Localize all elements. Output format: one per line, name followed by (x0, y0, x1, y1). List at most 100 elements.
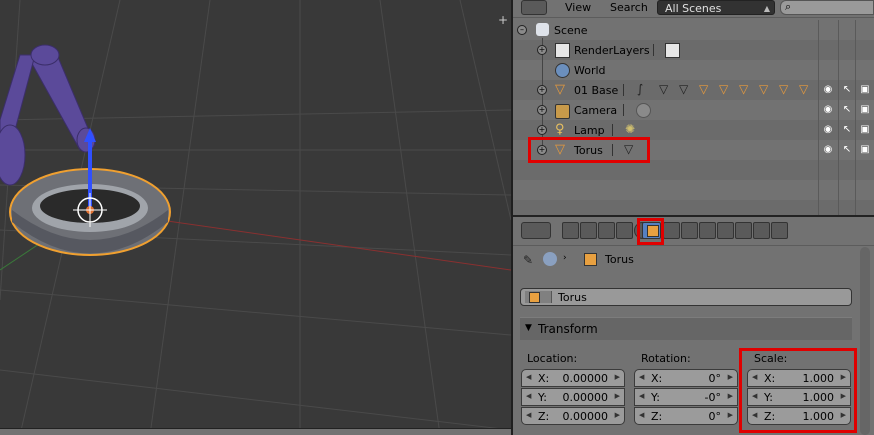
object-name-field[interactable]: Torus (520, 288, 852, 306)
decrement-icon[interactable]: ◀ (752, 411, 757, 419)
rotation-x-field[interactable]: ◀ X: 0° ▶ (634, 369, 738, 387)
render-camera-icon[interactable]: ▣ (859, 124, 871, 136)
arm-mesh (0, 44, 96, 186)
search-input[interactable]: ⌕ (780, 0, 874, 15)
tab-texture[interactable] (735, 222, 752, 239)
outliner-item-renderlayers[interactable]: RenderLayers (574, 44, 650, 57)
mesh-object-icon: ▽ (699, 82, 709, 96)
rotation-y-field[interactable]: ◀ Y: -0° ▶ (634, 388, 738, 406)
tab-data[interactable] (699, 222, 716, 239)
expand-icon[interactable]: + (537, 145, 547, 155)
display-mode-select[interactable]: All Scenes ▲ (657, 0, 775, 15)
select-cursor-icon[interactable]: ↖ (841, 124, 853, 136)
increment-icon[interactable]: ▶ (615, 411, 620, 419)
decrement-icon[interactable]: ◀ (639, 392, 644, 400)
increment-icon[interactable]: ▶ (615, 392, 620, 400)
editor-type-button[interactable] (521, 222, 551, 239)
decrement-icon[interactable]: ◀ (526, 392, 531, 400)
tab-constraints[interactable] (663, 222, 680, 239)
3d-viewport[interactable]: + (0, 0, 511, 435)
eye-icon[interactable]: ◉ (822, 124, 834, 136)
rotation-z-field[interactable]: ◀ Z: 0° ▶ (634, 407, 738, 425)
increment-icon[interactable]: ▶ (728, 373, 733, 381)
decrement-icon[interactable]: ◀ (752, 392, 757, 400)
decrement-icon[interactable]: ◀ (526, 373, 531, 381)
select-cursor-icon[interactable]: ↖ (841, 144, 853, 156)
view-menu[interactable]: View (565, 0, 591, 16)
expand-icon[interactable]: + (537, 125, 547, 135)
expand-icon[interactable]: + (537, 45, 547, 55)
eye-icon[interactable]: ◉ (822, 104, 834, 116)
location-y-field[interactable]: ◀ Y: 0.00000 ▶ (521, 388, 625, 406)
editor-type-button[interactable] (521, 0, 547, 15)
mesh-object-icon: ▽ (719, 82, 729, 96)
increment-icon[interactable]: ▶ (841, 411, 846, 419)
expand-icon[interactable]: + (537, 105, 547, 115)
rotation-label: Rotation: (641, 352, 691, 365)
tab-modifiers[interactable] (681, 222, 698, 239)
separator (623, 84, 624, 96)
transform-panel-header[interactable]: ▼ Transform (520, 317, 852, 340)
eye-icon[interactable]: ◉ (822, 144, 834, 156)
tab-material[interactable] (717, 222, 734, 239)
decrement-icon[interactable]: ◀ (639, 411, 644, 419)
increment-icon[interactable]: ▶ (841, 373, 846, 381)
expand-icon[interactable]: + (537, 85, 547, 95)
increment-icon[interactable]: ▶ (728, 392, 733, 400)
scale-y-field[interactable]: ◀ Y: 1.000 ▶ (747, 388, 851, 406)
mesh-data-icon: ▽ (624, 142, 634, 156)
increment-icon[interactable]: ▶ (728, 411, 733, 419)
collapse-icon[interactable]: – (517, 25, 527, 35)
outliner-item-camera[interactable]: Camera (574, 104, 617, 117)
scale-z-field[interactable]: ◀ Z: 1.000 ▶ (747, 407, 851, 425)
outliner-item-01-base[interactable]: 01 Base (574, 84, 618, 97)
mesh-object-icon: ▽ (555, 142, 565, 157)
decrement-icon[interactable]: ◀ (526, 411, 531, 419)
tab-scene[interactable] (598, 222, 615, 239)
pin-icon[interactable]: ✎ (523, 253, 533, 267)
select-cursor-icon[interactable]: ↖ (841, 104, 853, 116)
render-camera-icon[interactable]: ▣ (859, 104, 871, 116)
lamp-icon: ♀ (555, 122, 565, 137)
increment-icon[interactable]: ▶ (841, 392, 846, 400)
separator (612, 144, 613, 156)
object-name-value: Torus (558, 291, 587, 304)
separator (612, 124, 613, 136)
eye-icon[interactable]: ◉ (822, 84, 834, 96)
tab-world[interactable] (616, 222, 633, 239)
camera-icon (555, 104, 570, 119)
properties-scrollbar[interactable] (860, 247, 870, 435)
area-split-plus-icon[interactable]: + (497, 14, 509, 26)
outliner-item-torus[interactable]: Torus (574, 144, 603, 157)
tab-render-layers[interactable] (580, 222, 597, 239)
mesh-object-icon: ▽ (739, 82, 749, 96)
column-divider (838, 20, 839, 215)
collapse-triangle-icon: ▼ (525, 323, 532, 333)
render-camera-icon[interactable]: ▣ (859, 84, 871, 96)
location-y-value: 0.00000 (562, 391, 609, 404)
location-z-field[interactable]: ◀ Z: 0.00000 ▶ (521, 407, 625, 425)
column-divider (855, 20, 856, 215)
tab-physics[interactable] (771, 222, 788, 239)
tab-render[interactable] (562, 222, 579, 239)
viewport-scene (0, 0, 511, 435)
decrement-icon[interactable]: ◀ (639, 373, 644, 381)
scale-x-field[interactable]: ◀ X: 1.000 ▶ (747, 369, 851, 387)
outliner-item-scene[interactable]: Scene (554, 24, 588, 37)
mesh-object-icon: ▽ (779, 82, 789, 96)
world-icon (555, 63, 570, 78)
outliner-item-world[interactable]: World (574, 64, 606, 77)
render-camera-icon[interactable]: ▣ (859, 144, 871, 156)
mesh-object-icon: ▽ (555, 82, 565, 97)
select-cursor-icon[interactable]: ↖ (841, 84, 853, 96)
object-cube-icon (529, 292, 540, 303)
decrement-icon[interactable]: ◀ (752, 373, 757, 381)
tab-object[interactable] (642, 222, 661, 239)
axis-label: Z: (538, 410, 550, 423)
renderlayer-icon (665, 43, 680, 58)
outliner-item-lamp[interactable]: Lamp (574, 124, 605, 137)
search-menu[interactable]: Search (610, 0, 648, 16)
location-x-field[interactable]: ◀ X: 0.00000 ▶ (521, 369, 625, 387)
tab-particles[interactable] (753, 222, 770, 239)
increment-icon[interactable]: ▶ (615, 373, 620, 381)
